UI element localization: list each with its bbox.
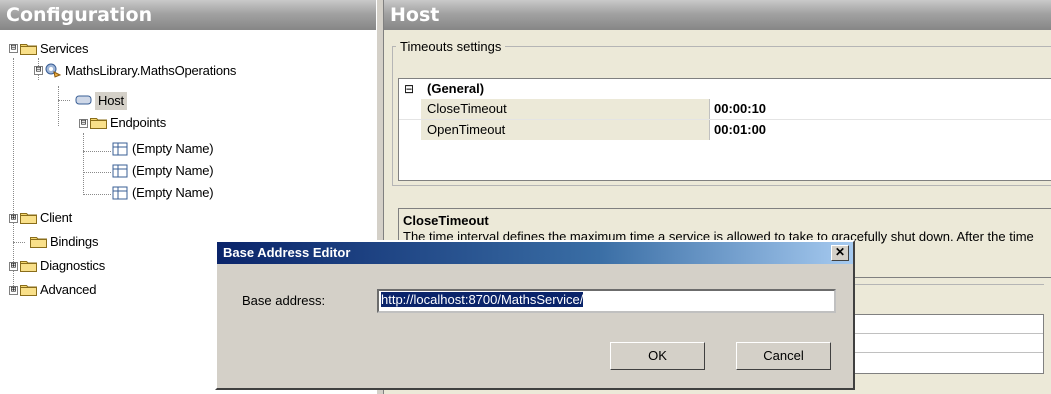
host-header: Host [384,0,1051,30]
tree-line [83,133,84,195]
endpoint-icon [112,164,128,178]
base-address-input[interactable]: http://localhost:8700/MathsService/ [377,289,836,313]
folder-icon [90,118,107,129]
tree-item-services[interactable]: Services [40,40,88,58]
folder-icon [20,44,37,55]
property-row-close-timeout[interactable]: CloseTimeout 00:00:10 [399,99,1051,119]
timeouts-group-title: Timeouts settings [396,39,506,54]
category-row[interactable]: ⊟ (General) [399,79,1051,99]
property-name: OpenTimeout [421,120,709,140]
tree-item-advanced[interactable]: Advanced [40,281,96,299]
tree-item-label: Services [40,41,89,56]
maths-ops-collapse-toggle[interactable]: ⊟ [34,66,43,75]
section-divider [854,284,1044,297]
tree-item-label: Endpoints [110,115,167,130]
tree-item-endpoint-2[interactable]: (Empty Name) [132,162,214,180]
cancel-button[interactable]: Cancel [736,342,831,370]
list-header-row [855,315,1043,334]
host-title: Host [390,4,440,26]
folder-icon [20,213,37,224]
timeouts-property-grid: ⊟ (General) CloseTimeout 00:00:10 OpenTi… [398,78,1051,181]
tree-item-label: Host [98,93,124,108]
tree-item-label: Diagnostics [40,258,105,273]
diagnostics-expand-toggle[interactable]: ⊞ [9,262,18,271]
host-icon [75,95,92,105]
close-icon[interactable]: ✕ [831,245,849,261]
client-expand-toggle[interactable]: ⊞ [9,214,18,223]
grid-divider [709,120,710,140]
ok-button[interactable]: OK [610,342,705,370]
base-address-value: http://localhost:8700/MathsService/ [381,292,584,307]
tree-item-label: (Empty Name) [132,141,214,156]
category-collapse-toggle[interactable]: ⊟ [404,79,414,99]
folder-icon [20,261,37,272]
tree-item-diagnostics[interactable]: Diagnostics [40,257,105,275]
category-label: (General) [427,81,485,96]
property-value[interactable]: 00:00:10 [714,99,766,119]
tree-item-label: MathsLibrary.MathsOperations [65,63,237,78]
property-value[interactable]: 00:01:00 [714,120,766,140]
dialog-title-bar[interactable]: Base Address Editor ✕ [217,242,853,264]
tree-item-label: Advanced [40,282,97,297]
tree-item-label: (Empty Name) [132,185,214,200]
tree-line [58,100,70,101]
tree-item-label: Bindings [50,234,99,249]
tree-item-endpoint-1[interactable]: (Empty Name) [132,140,214,158]
folder-icon [20,285,37,296]
endpoint-icon [112,186,128,200]
tree-item-bindings[interactable]: Bindings [50,233,98,251]
endpoint-icon [112,142,128,156]
configuration-title: Configuration [6,4,153,26]
tree-line [58,86,59,126]
tree-line [83,151,111,152]
services-collapse-toggle[interactable]: ⊟ [9,44,18,53]
tree-item-label: Client [40,210,73,225]
configuration-header: Configuration [0,0,376,30]
tree-item-endpoint-3[interactable]: (Empty Name) [132,184,214,202]
folder-icon [30,237,47,248]
grid-divider [709,99,710,119]
service-gear-icon [45,63,62,78]
tree-line [83,194,111,195]
list-box[interactable] [854,314,1044,374]
tree-item-maths-operations[interactable]: MathsLibrary.MathsOperations [65,62,236,80]
base-address-editor-dialog: Base Address Editor ✕ Base address: http… [215,240,855,390]
tree-item-host[interactable]: Host [95,92,127,110]
tree-item-endpoints[interactable]: Endpoints [110,114,166,132]
list-row [855,334,1043,353]
tree-line [13,242,25,243]
tree-item-client[interactable]: Client [40,209,72,227]
tree-line [13,58,14,290]
base-address-label: Base address: [242,293,326,308]
property-row-open-timeout[interactable]: OpenTimeout 00:01:00 [399,119,1051,140]
endpoints-collapse-toggle[interactable]: ⊟ [79,119,88,128]
dialog-title: Base Address Editor [223,245,351,260]
description-title: CloseTimeout [403,213,489,228]
property-name: CloseTimeout [421,99,709,119]
advanced-expand-toggle[interactable]: ⊞ [9,286,18,295]
tree-item-label: (Empty Name) [132,163,214,178]
tree-line [83,172,111,173]
